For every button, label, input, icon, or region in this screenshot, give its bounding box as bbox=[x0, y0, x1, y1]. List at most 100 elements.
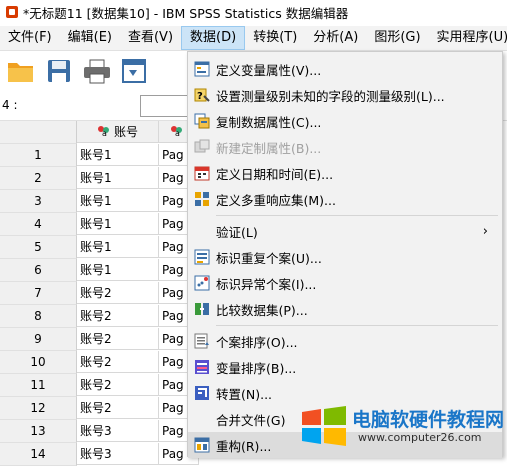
duplicate-cases-icon bbox=[194, 249, 210, 265]
menu-edit[interactable]: 编辑(E) bbox=[60, 26, 120, 50]
menu-item-set-measurement-level[interactable]: ? 设置测量级别未知的字段的测量级别(L)... bbox=[188, 82, 502, 108]
empty-icon-slot bbox=[194, 223, 210, 239]
menu-item-label: 定义日期和时间(E)... bbox=[216, 166, 334, 182]
menu-view[interactable]: 查看(V) bbox=[120, 26, 181, 50]
menu-item-validation[interactable]: 验证(L) › bbox=[188, 218, 502, 244]
menu-item-copy-data-properties[interactable]: 复制数据属性(C)... bbox=[188, 108, 502, 134]
data-cell[interactable]: 账号1 bbox=[77, 213, 159, 235]
row-number[interactable]: 6 bbox=[0, 259, 77, 282]
window-title: *无标题11 [数据集10] - IBM SPSS Statistics 数据编… bbox=[23, 5, 349, 21]
row-number[interactable]: 12 bbox=[0, 397, 77, 420]
menu-item-sort-cases[interactable]: 个案排序(O)... bbox=[188, 328, 502, 354]
menu-item-label: 定义变量属性(V)... bbox=[216, 62, 322, 78]
nominal-variable-icon: a bbox=[170, 122, 184, 143]
row-number[interactable]: 5 bbox=[0, 236, 77, 259]
svg-text:?: ? bbox=[197, 91, 203, 102]
row-number[interactable]: 1 bbox=[0, 144, 77, 167]
measurement-level-icon: ? bbox=[194, 87, 210, 103]
data-cell[interactable]: 账号2 bbox=[77, 282, 159, 304]
data-cell[interactable]: 账号1 bbox=[77, 190, 159, 212]
menu-item-compare-datasets[interactable]: 比较数据集(P)... bbox=[188, 296, 502, 322]
menu-graphs[interactable]: 图形(G) bbox=[366, 26, 428, 50]
data-cell[interactable]: 账号1 bbox=[77, 236, 159, 258]
sort-variables-icon bbox=[194, 359, 210, 375]
data-cell[interactable]: 账号2 bbox=[77, 374, 159, 396]
calendar-icon bbox=[194, 165, 210, 181]
windows-logo-icon bbox=[300, 406, 348, 446]
menu-analyze[interactable]: 分析(A) bbox=[305, 26, 366, 50]
menu-item-label: 标识异常个案(I)... bbox=[216, 276, 317, 292]
watermark-brand: 电脑软硬件教程网 bbox=[352, 409, 505, 431]
menu-utilities[interactable]: 实用程序(U) bbox=[429, 26, 507, 50]
row-number[interactable]: 14 bbox=[0, 443, 77, 466]
row-number[interactable]: 2 bbox=[0, 167, 77, 190]
cell-reference-label: 4 : bbox=[2, 98, 18, 112]
data-cell[interactable]: 账号1 bbox=[77, 144, 159, 166]
menu-item-label: 标识重复个案(U)... bbox=[216, 250, 322, 266]
title-bar: *无标题11 [数据集10] - IBM SPSS Statistics 数据编… bbox=[0, 0, 507, 24]
recall-dialog-icon[interactable] bbox=[118, 54, 152, 88]
menu-item-sort-variables[interactable]: 变量排序(B)... bbox=[188, 354, 502, 380]
copy-data-properties-icon bbox=[194, 113, 210, 129]
watermark-url: www.computer26.com bbox=[358, 431, 482, 444]
menu-item-identify-duplicate-cases[interactable]: 标识重复个案(U)... bbox=[188, 244, 502, 270]
column-header[interactable]: a 账号 bbox=[77, 121, 159, 143]
data-cell[interactable]: 账号1 bbox=[77, 259, 159, 281]
data-cell[interactable]: 账号3 bbox=[77, 420, 159, 442]
row-number[interactable]: 9 bbox=[0, 328, 77, 351]
row-number[interactable]: 8 bbox=[0, 305, 77, 328]
menu-separator bbox=[216, 325, 498, 326]
menu-item-identify-unusual-cases[interactable]: 标识异常个案(I)... bbox=[188, 270, 502, 296]
open-folder-icon[interactable] bbox=[4, 54, 38, 88]
save-icon[interactable] bbox=[42, 54, 76, 88]
watermark: 电脑软硬件教程网 www.computer26.com bbox=[300, 398, 507, 454]
svg-text:a: a bbox=[102, 129, 107, 137]
transpose-icon bbox=[194, 385, 210, 401]
menu-file[interactable]: 文件(F) bbox=[0, 26, 60, 50]
menu-item-label: 定义多重响应集(M)... bbox=[216, 192, 336, 208]
empty-icon-slot bbox=[194, 411, 210, 427]
svg-text:a: a bbox=[175, 129, 180, 137]
print-icon[interactable] bbox=[80, 54, 114, 88]
menu-item-label: 设置测量级别未知的字段的测量级别(L)... bbox=[216, 88, 445, 104]
row-number[interactable]: 3 bbox=[0, 190, 77, 213]
row-number[interactable]: 11 bbox=[0, 374, 77, 397]
row-number[interactable]: 7 bbox=[0, 282, 77, 305]
menu-item-define-date-time[interactable]: 定义日期和时间(E)... bbox=[188, 160, 502, 186]
data-cell[interactable]: 账号1 bbox=[77, 167, 159, 189]
unusual-cases-icon bbox=[194, 275, 210, 291]
data-cell[interactable]: 账号2 bbox=[77, 305, 159, 327]
menu-item-define-multiple-response[interactable]: 定义多重响应集(M)... bbox=[188, 186, 502, 212]
row-number[interactable]: 13 bbox=[0, 420, 77, 443]
custom-attribute-icon bbox=[194, 139, 210, 155]
multiple-response-icon bbox=[194, 191, 210, 207]
data-menu-dropdown: 定义变量属性(V)... ? 设置测量级别未知的字段的测量级别(L)... 复制… bbox=[187, 51, 503, 458]
menu-transform[interactable]: 转换(T) bbox=[245, 26, 305, 50]
menu-item-label: 重构(R)... bbox=[216, 438, 272, 454]
menu-item-label: 新建定制属性(B)... bbox=[216, 140, 322, 156]
data-cell[interactable]: 账号3 bbox=[77, 443, 159, 465]
menu-item-label: 转置(N)... bbox=[216, 386, 273, 402]
sort-cases-icon bbox=[194, 333, 210, 349]
spss-app-icon bbox=[6, 6, 18, 18]
submenu-chevron-icon: › bbox=[482, 223, 488, 239]
corner-cell bbox=[0, 121, 77, 144]
column-header-label: 账号 bbox=[113, 125, 138, 139]
compare-datasets-icon bbox=[194, 301, 210, 317]
menu-item-label: 复制数据属性(C)... bbox=[216, 114, 322, 130]
data-cell[interactable]: 账号2 bbox=[77, 328, 159, 350]
menu-item-label: 验证(L) bbox=[216, 224, 258, 240]
row-number[interactable]: 4 bbox=[0, 213, 77, 236]
data-cell[interactable]: 账号2 bbox=[77, 397, 159, 419]
restructure-icon bbox=[194, 437, 210, 453]
nominal-variable-icon: a bbox=[97, 122, 111, 143]
menu-data[interactable]: 数据(D) bbox=[181, 26, 246, 50]
data-cell[interactable]: 账号2 bbox=[77, 351, 159, 373]
menu-item-label: 比较数据集(P)... bbox=[216, 302, 308, 318]
define-variable-properties-icon bbox=[194, 61, 210, 77]
menu-item-label: 个案排序(O)... bbox=[216, 334, 298, 350]
menu-item-define-variable-properties[interactable]: 定义变量属性(V)... bbox=[188, 56, 502, 82]
menu-item-new-custom-attribute[interactable]: 新建定制属性(B)... bbox=[188, 134, 502, 160]
menu-item-label: 合并文件(G) bbox=[216, 412, 286, 428]
row-number[interactable]: 10 bbox=[0, 351, 77, 374]
